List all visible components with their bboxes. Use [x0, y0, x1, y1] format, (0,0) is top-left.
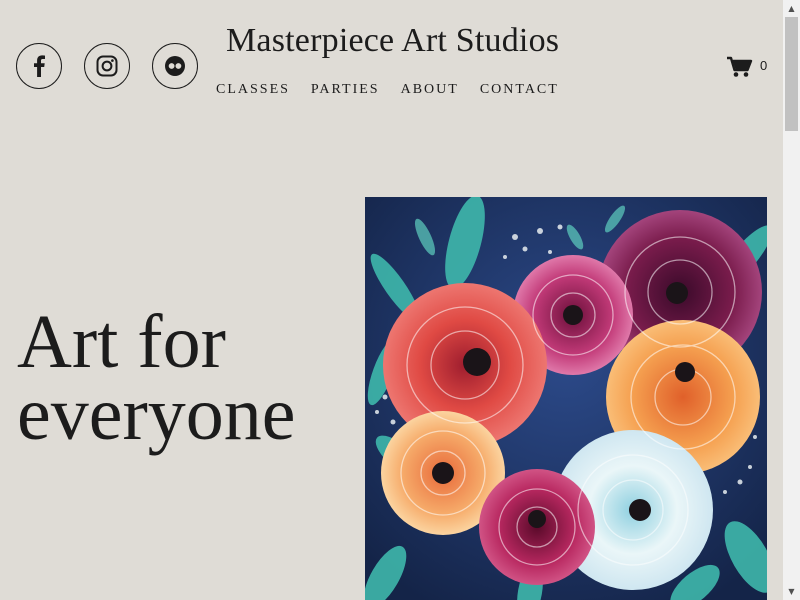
social-links — [16, 43, 198, 89]
site-title[interactable]: Masterpiece Art Studios — [226, 22, 559, 60]
nav-classes[interactable]: CLASSES — [216, 82, 290, 98]
facebook-icon — [34, 55, 45, 77]
hero-heading: Art for everyone — [17, 300, 296, 456]
hero-heading-line2: everyone — [17, 372, 296, 456]
nav-parties[interactable]: PARTIES — [311, 82, 380, 98]
cart-button[interactable]: 0 — [727, 56, 767, 78]
cart-count: 0 — [760, 57, 768, 73]
nav-contact[interactable]: CONTACT — [480, 82, 559, 98]
main-nav: CLASSES PARTIES ABOUT CONTACT — [216, 82, 580, 98]
scroll-up-icon[interactable]: ▲ — [783, 0, 800, 17]
facebook-button[interactable] — [16, 43, 62, 89]
flickr-button[interactable] — [152, 43, 198, 89]
instagram-icon — [96, 55, 118, 77]
nav-about[interactable]: ABOUT — [401, 82, 459, 98]
scrollbar[interactable]: ▲ ▼ — [783, 0, 800, 600]
hero-heading-line1: Art for — [17, 300, 226, 384]
scroll-down-icon[interactable]: ▼ — [783, 583, 800, 600]
page: Masterpiece Art Studios CLASSES PARTIES … — [0, 0, 783, 600]
instagram-button[interactable] — [84, 43, 130, 89]
scroll-thumb[interactable] — [785, 17, 798, 131]
cart-icon — [727, 56, 753, 77]
flickr-icon — [165, 56, 185, 76]
flower-painting-image — [365, 197, 767, 600]
